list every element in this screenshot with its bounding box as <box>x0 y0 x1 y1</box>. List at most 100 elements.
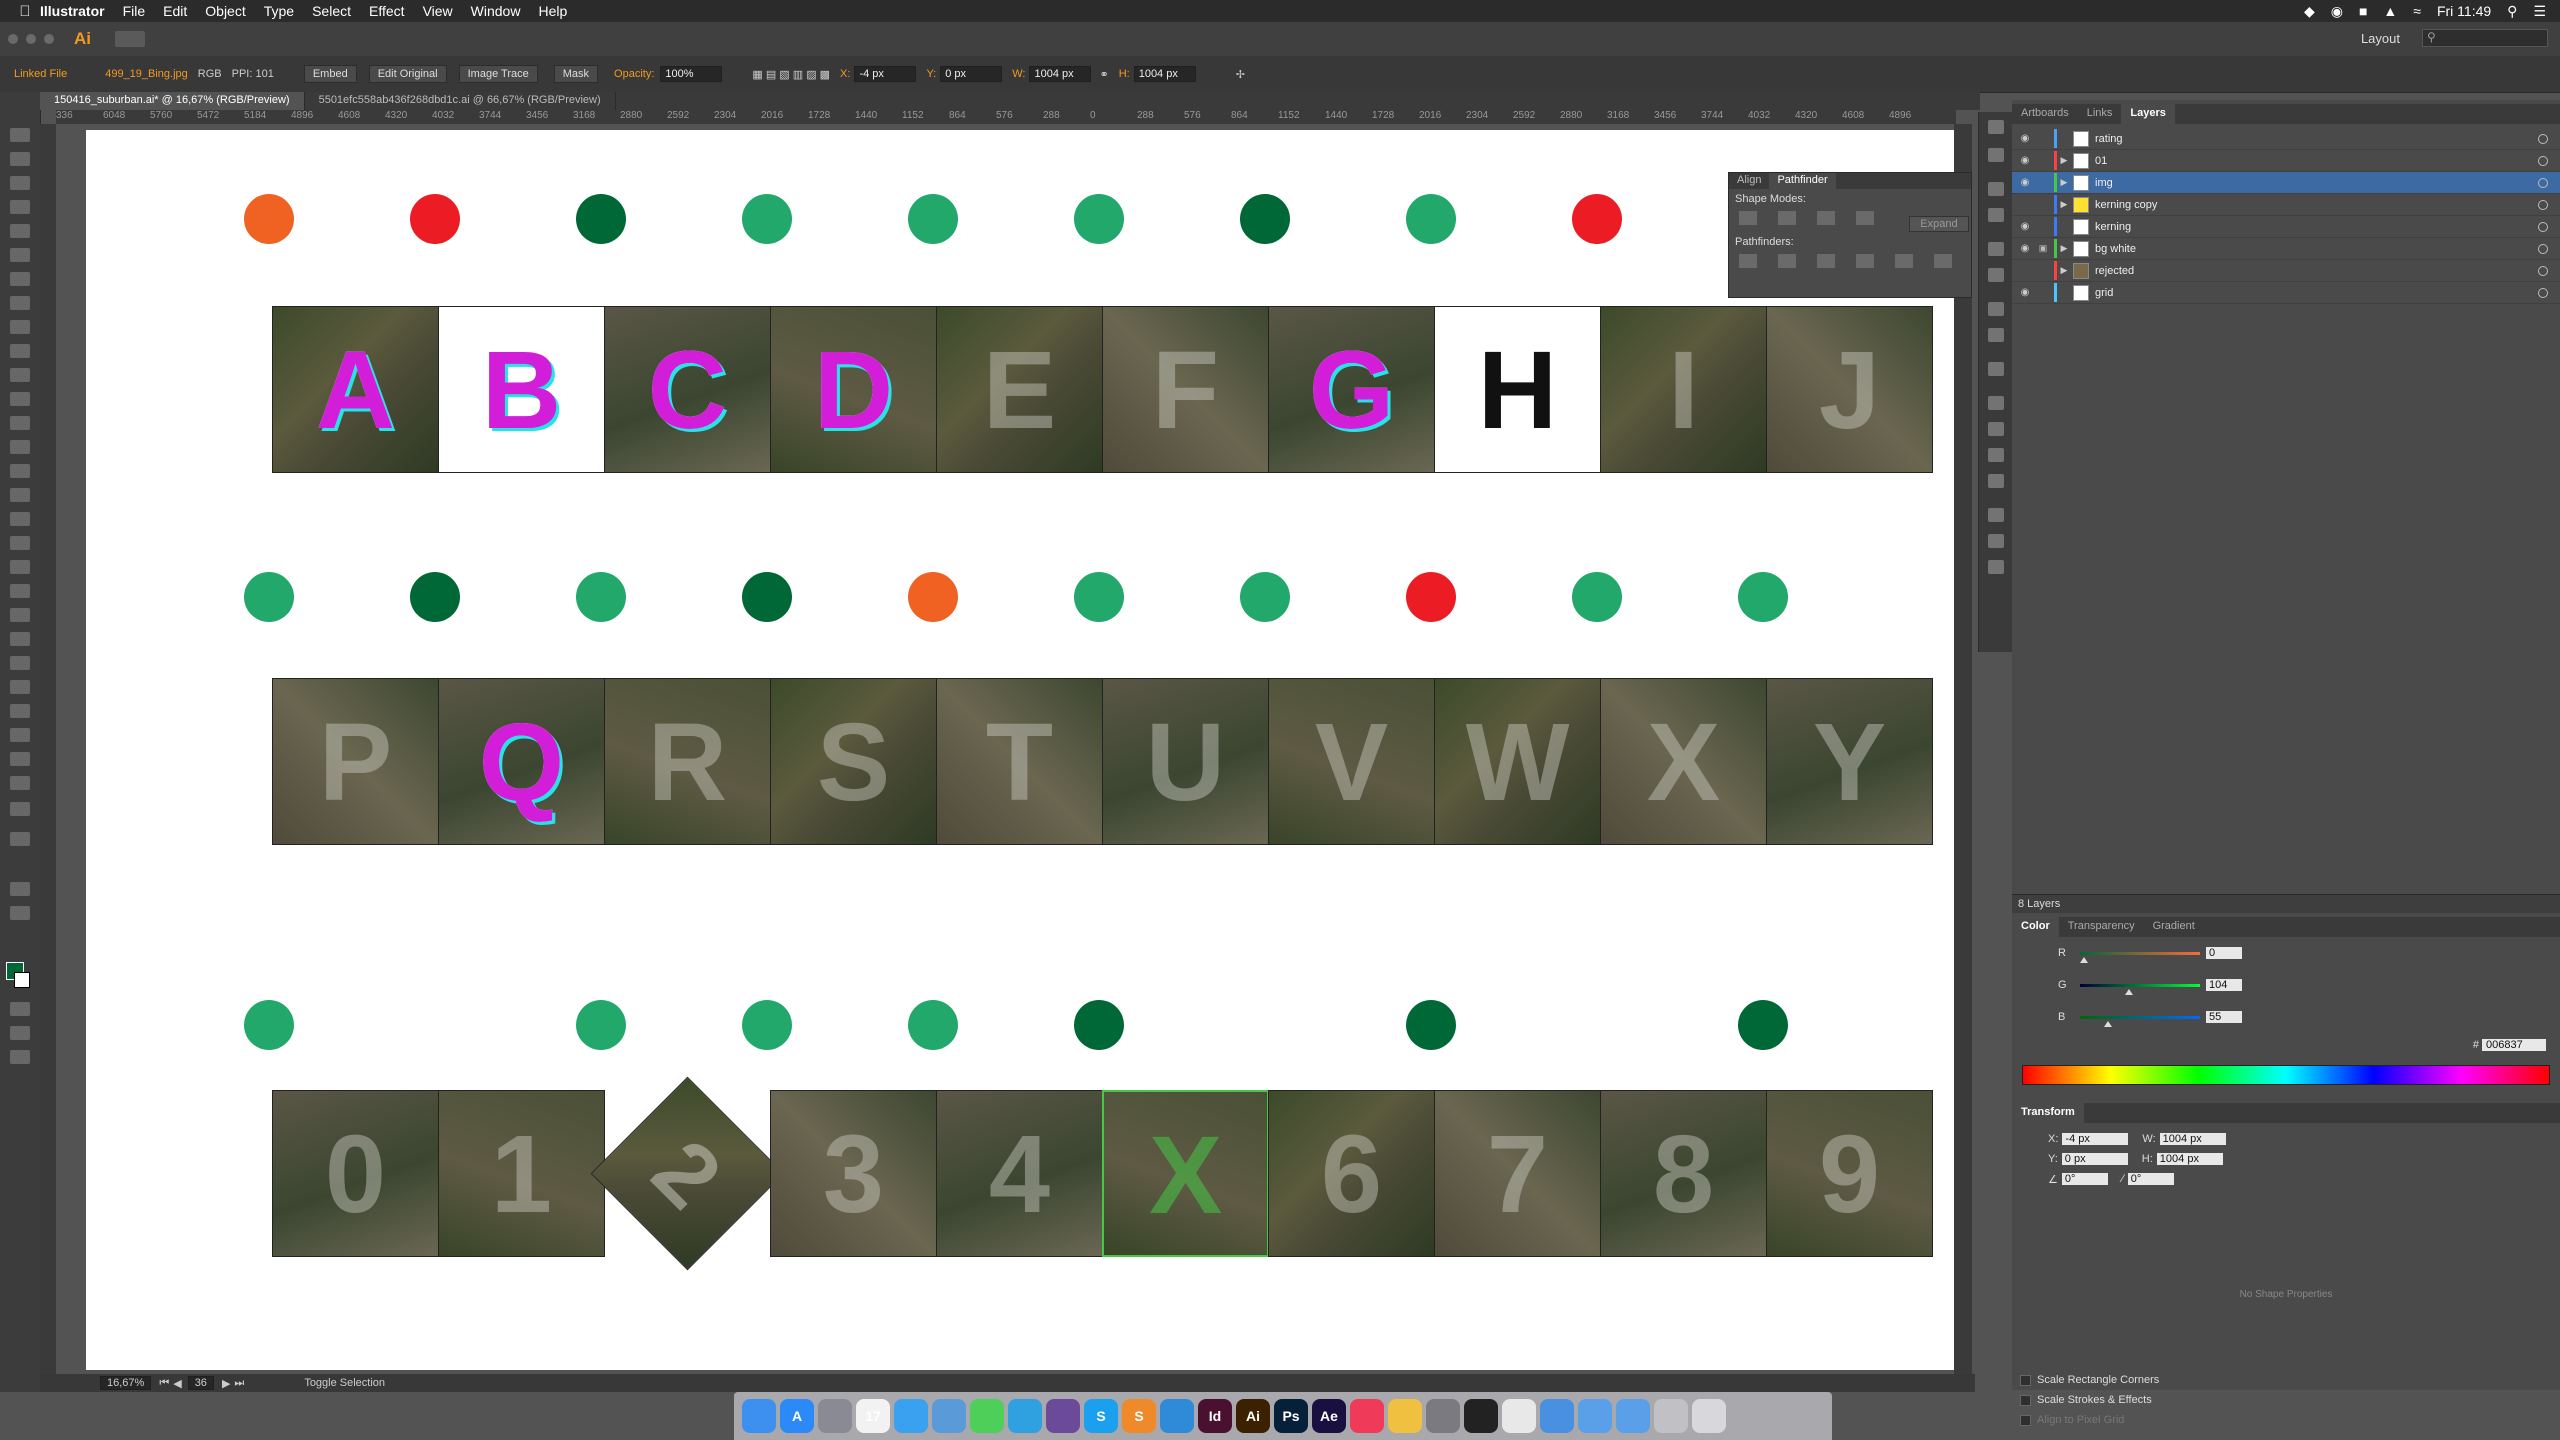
folder-apps-icon[interactable] <box>1540 1399 1574 1433</box>
flag-icon[interactable]: ■ <box>2359 3 2367 19</box>
illustrator-icon[interactable]: Ai <box>1236 1399 1270 1433</box>
rating-dot[interactable] <box>576 194 626 244</box>
letter-tile[interactable]: 6 <box>1268 1090 1435 1257</box>
letter-tile[interactable]: E <box>936 306 1103 473</box>
filename-link[interactable]: 499_19_Bing.jpg <box>105 68 188 80</box>
column-graph-tool-icon[interactable] <box>10 680 30 694</box>
letter-tile[interactable]: 0 <box>272 1090 439 1257</box>
letter-tile[interactable]: X <box>1102 1090 1269 1257</box>
menu-type[interactable]: Type <box>264 3 294 19</box>
indesign-icon[interactable]: Id <box>1198 1399 1232 1433</box>
glyphs-icon[interactable] <box>1988 508 2004 522</box>
scale-strokes-checkbox[interactable]: Scale Strokes & Effects <box>2012 1390 2560 1410</box>
zoom-field[interactable]: 16,67% <box>100 1376 152 1390</box>
menu-select[interactable]: Select <box>312 3 351 19</box>
scale-tool-icon[interactable] <box>10 440 30 454</box>
after-effects-icon[interactable]: Ae <box>1312 1399 1346 1433</box>
edit-original-button[interactable]: Edit Original <box>368 65 447 83</box>
menu-view[interactable]: View <box>423 3 453 19</box>
stroke-panel-icon[interactable] <box>1988 396 2004 410</box>
last-artboard-button[interactable]: ⏭ <box>234 1377 244 1390</box>
layer-row[interactable]: ▶ kerning copy <box>2012 194 2560 216</box>
rating-dot[interactable] <box>576 1000 626 1050</box>
image-trace-panel-icon[interactable] <box>1988 474 2004 488</box>
target-circle-icon[interactable] <box>2538 155 2548 166</box>
letter-tile[interactable]: 7 <box>1434 1090 1601 1257</box>
letter-tile[interactable]: T <box>936 678 1103 845</box>
character-icon[interactable] <box>1988 302 2004 316</box>
preview-icon[interactable] <box>932 1399 966 1433</box>
finder-icon[interactable] <box>742 1399 776 1433</box>
layer-name[interactable]: bg white <box>2095 243 2136 255</box>
rating-dot[interactable] <box>1572 194 1622 244</box>
rating-dot[interactable] <box>576 572 626 622</box>
menu-effect[interactable]: Effect <box>369 3 405 19</box>
color-spectrum[interactable] <box>2022 1065 2550 1085</box>
layer-name[interactable]: rating <box>2095 133 2123 145</box>
merge-icon[interactable] <box>1817 254 1836 268</box>
selection-tool-icon[interactable] <box>10 128 30 142</box>
letter-tile[interactable]: 3 <box>770 1090 937 1257</box>
rating-dot[interactable] <box>908 194 958 244</box>
rating-dot[interactable] <box>1074 1000 1124 1050</box>
expand-arrow-icon[interactable]: ▶ <box>2057 155 2071 166</box>
artboard-tool-icon[interactable] <box>10 704 30 718</box>
image-trace-button[interactable]: Image Trace <box>458 65 538 83</box>
letter-tile[interactable]: C <box>604 306 771 473</box>
tab-pathfinder[interactable]: Pathfinder <box>1769 173 1836 189</box>
rating-dot[interactable] <box>244 1000 294 1050</box>
layer-name[interactable]: kerning copy <box>2095 199 2157 211</box>
menu-object[interactable]: Object <box>205 3 245 19</box>
transform-h-field[interactable]: 1004 px <box>2156 1153 2223 1165</box>
layer-name[interactable]: kerning <box>2095 221 2131 233</box>
free-transform-tool-icon[interactable] <box>10 488 30 502</box>
rating-dot[interactable] <box>410 572 460 622</box>
zoom-tool-2-icon[interactable] <box>10 906 30 920</box>
status-action[interactable]: Toggle Selection <box>304 1377 385 1389</box>
brushes-icon[interactable] <box>1988 242 2004 256</box>
target-circle-icon[interactable] <box>2538 243 2548 254</box>
previous-artboard-button[interactable]: ◀ <box>173 1377 181 1390</box>
green-slider[interactable] <box>2080 983 2200 995</box>
pencil-tool-icon[interactable] <box>10 368 30 382</box>
x-field[interactable]: -4 px <box>854 66 917 82</box>
launchpad-icon[interactable] <box>818 1399 852 1433</box>
artboard-number-field[interactable]: 36 <box>187 1376 214 1390</box>
divide-icon[interactable] <box>1739 254 1757 268</box>
shear-angle-field[interactable]: 0° <box>2127 1173 2174 1185</box>
letter-tile[interactable]: G <box>1268 306 1435 473</box>
layer-name[interactable]: grid <box>2095 287 2113 299</box>
trash-icon[interactable] <box>1692 1399 1726 1433</box>
notes-icon[interactable] <box>1502 1399 1536 1433</box>
letter-tile[interactable]: 8 <box>1600 1090 1767 1257</box>
target-circle-icon[interactable] <box>2538 287 2548 298</box>
lasso-tool-icon[interactable] <box>10 200 30 214</box>
tab-transparency[interactable]: Transparency <box>2059 917 2144 937</box>
visibility-eye-icon[interactable]: ◉ <box>2018 133 2032 144</box>
trim-icon[interactable] <box>1778 254 1797 268</box>
wifi-icon[interactable]: ≈ <box>2413 3 2421 19</box>
transform-icon[interactable]: ✢ <box>1236 68 1245 81</box>
menu-help[interactable]: Help <box>538 3 567 19</box>
rating-dot[interactable] <box>1406 1000 1456 1050</box>
layer-row[interactable]: ◉ grid <box>2012 282 2560 304</box>
graphic-styles-icon[interactable] <box>1988 448 2004 462</box>
zoom-window-button[interactable] <box>44 34 54 44</box>
embed-button[interactable]: Embed <box>303 65 357 83</box>
rotate-angle-field[interactable]: 0° <box>2061 1173 2108 1185</box>
dropbox-icon[interactable]: ◆ <box>2304 3 2315 20</box>
visibility-eye-icon[interactable]: ◉ <box>2018 287 2032 298</box>
letter-tile[interactable]: F <box>1102 306 1269 473</box>
layer-row[interactable]: ◉ rating <box>2012 128 2560 150</box>
menu-window[interactable]: Window <box>471 3 521 19</box>
letter-tile[interactable]: V <box>1268 678 1435 845</box>
rotate-tool-icon[interactable] <box>10 416 30 430</box>
skype-icon[interactable]: S <box>1084 1399 1118 1433</box>
eraser-tool-icon[interactable] <box>10 392 30 406</box>
safari-icon[interactable] <box>894 1399 928 1433</box>
rating-dot[interactable] <box>908 1000 958 1050</box>
expand-arrow-icon[interactable]: ▶ <box>2057 243 2071 254</box>
layer-row[interactable]: ▶ rejected <box>2012 260 2560 282</box>
rating-dot[interactable] <box>410 194 460 244</box>
calendar-icon[interactable]: 17 <box>856 1399 890 1433</box>
